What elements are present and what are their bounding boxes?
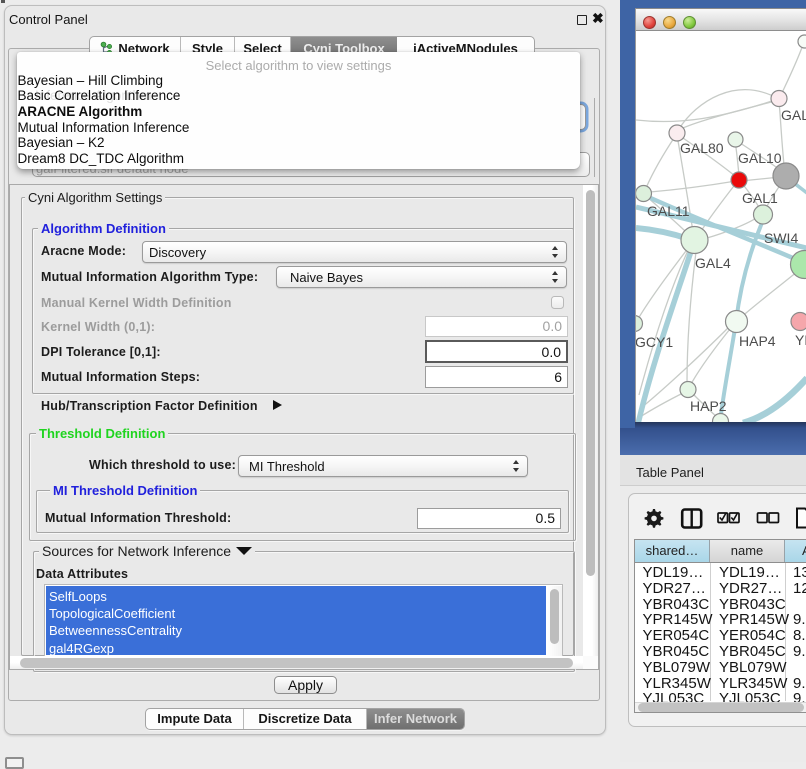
svg-text:GAL11: GAL11	[647, 203, 690, 219]
svg-text:HAP2: HAP2	[690, 398, 727, 414]
svg-text:GAL4: GAL4	[695, 255, 731, 271]
svg-text:GCY1: GCY1	[636, 334, 673, 350]
svg-text:GAL7: GAL7	[781, 107, 806, 123]
svg-text:GAL80: GAL80	[680, 140, 724, 156]
svg-text:YP: YP	[795, 332, 806, 348]
svg-text:GAL1: GAL1	[742, 190, 778, 206]
svg-text:GAL10: GAL10	[738, 150, 782, 166]
svg-text:HAP4: HAP4	[739, 333, 776, 349]
svg-text:SWI4: SWI4	[764, 230, 798, 246]
